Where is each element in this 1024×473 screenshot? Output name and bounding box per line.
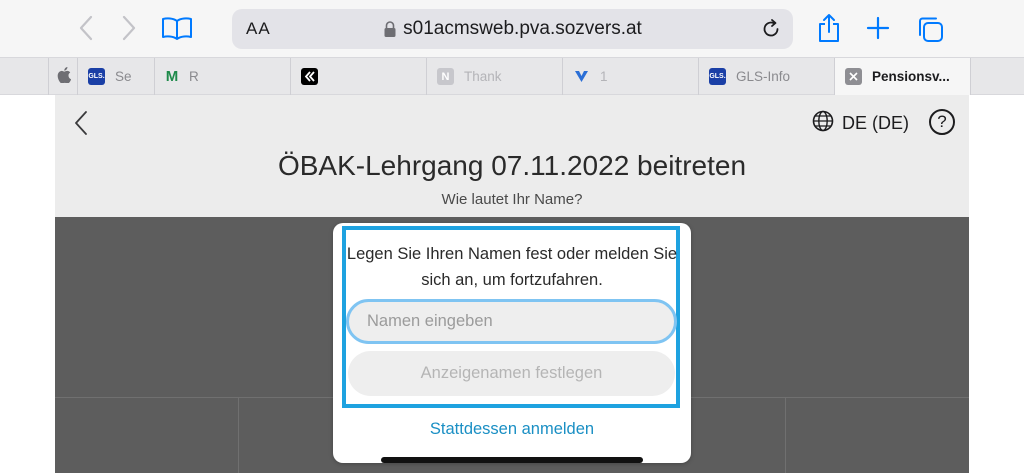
bookmarks-book-icon[interactable] bbox=[160, 14, 194, 42]
tab-gls-info[interactable]: GLS. GLS-Info bbox=[698, 58, 834, 95]
url-text: s01acmsweb.pva.sozvers.at bbox=[403, 18, 642, 39]
help-symbol: ? bbox=[937, 112, 947, 131]
back-chevron-icon[interactable] bbox=[74, 14, 98, 42]
tab-k[interactable] bbox=[290, 58, 426, 95]
gls-logo-icon: GLS. bbox=[88, 68, 105, 85]
k-logo-icon bbox=[301, 68, 318, 85]
language-selector[interactable]: DE (DE) bbox=[812, 110, 909, 136]
back-chevron-icon[interactable] bbox=[73, 109, 93, 139]
reload-icon[interactable] bbox=[759, 17, 783, 41]
n-logo-icon: N bbox=[437, 68, 454, 85]
tab-bar: GLS. Se M R N Thank 1 GLS. GLS-Info Pens… bbox=[0, 57, 1024, 95]
help-icon[interactable]: ? bbox=[929, 109, 955, 135]
tab-blank[interactable] bbox=[970, 58, 1024, 95]
tab-label: GLS-Info bbox=[736, 69, 791, 84]
forward-chevron-icon[interactable] bbox=[117, 14, 141, 42]
name-input[interactable] bbox=[346, 299, 677, 344]
apple-icon bbox=[57, 67, 72, 86]
m-logo-icon: M bbox=[165, 68, 179, 85]
set-display-name-button[interactable]: Anzeigenamen festlegen bbox=[348, 351, 675, 396]
new-tab-plus-icon[interactable] bbox=[864, 14, 892, 42]
page-title: ÖBAK-Lehrgang 07.11.2022 beitreten bbox=[277, 150, 747, 181]
tab-blank[interactable] bbox=[0, 58, 48, 95]
share-icon[interactable] bbox=[815, 12, 843, 44]
page-subtitle: Wie lautet Ihr Name? bbox=[441, 191, 583, 208]
grid-divider bbox=[785, 397, 786, 473]
grid-divider bbox=[238, 397, 239, 473]
tab-thank[interactable]: N Thank bbox=[426, 58, 562, 95]
tab-label: Pensionsv... bbox=[872, 69, 950, 84]
tab-gls-1[interactable]: GLS. Se bbox=[77, 58, 154, 95]
sign-in-instead-link[interactable]: Stattdessen anmelden bbox=[333, 420, 691, 439]
gls-logo-icon: GLS. bbox=[709, 68, 726, 85]
globe-icon bbox=[812, 110, 834, 137]
browser-toolbar: AA s01acmsweb.pva.sozvers.at bbox=[0, 0, 1024, 57]
address-bar[interactable]: AA s01acmsweb.pva.sozvers.at bbox=[232, 9, 793, 49]
tab-pensionsv[interactable]: Pensionsv... bbox=[834, 58, 970, 95]
tab-overview-icon[interactable] bbox=[915, 14, 945, 44]
tab-apple[interactable] bbox=[48, 58, 77, 95]
page-header: DE (DE) ? ÖBAK-Lehrgang 07.11.2022 beitr… bbox=[55, 95, 969, 217]
tab-label: Se bbox=[115, 69, 132, 84]
tab-label: 1 bbox=[600, 69, 608, 84]
dialog-message: Legen Sie Ihren Namen fest oder melden S… bbox=[346, 245, 678, 289]
tab-label: R bbox=[189, 69, 199, 84]
home-indicator bbox=[381, 457, 643, 463]
tab-m[interactable]: M R bbox=[154, 58, 290, 95]
url-display[interactable]: s01acmsweb.pva.sozvers.at bbox=[232, 9, 793, 49]
language-label: DE (DE) bbox=[842, 112, 909, 133]
tab-v[interactable]: 1 bbox=[562, 58, 698, 95]
v-logo-icon bbox=[573, 68, 590, 85]
lock-icon bbox=[383, 20, 397, 38]
tab-label: Thank bbox=[464, 69, 502, 84]
close-box-icon[interactable] bbox=[845, 68, 862, 85]
name-dialog: Legen Sie Ihren Namen fest oder melden S… bbox=[333, 223, 691, 463]
